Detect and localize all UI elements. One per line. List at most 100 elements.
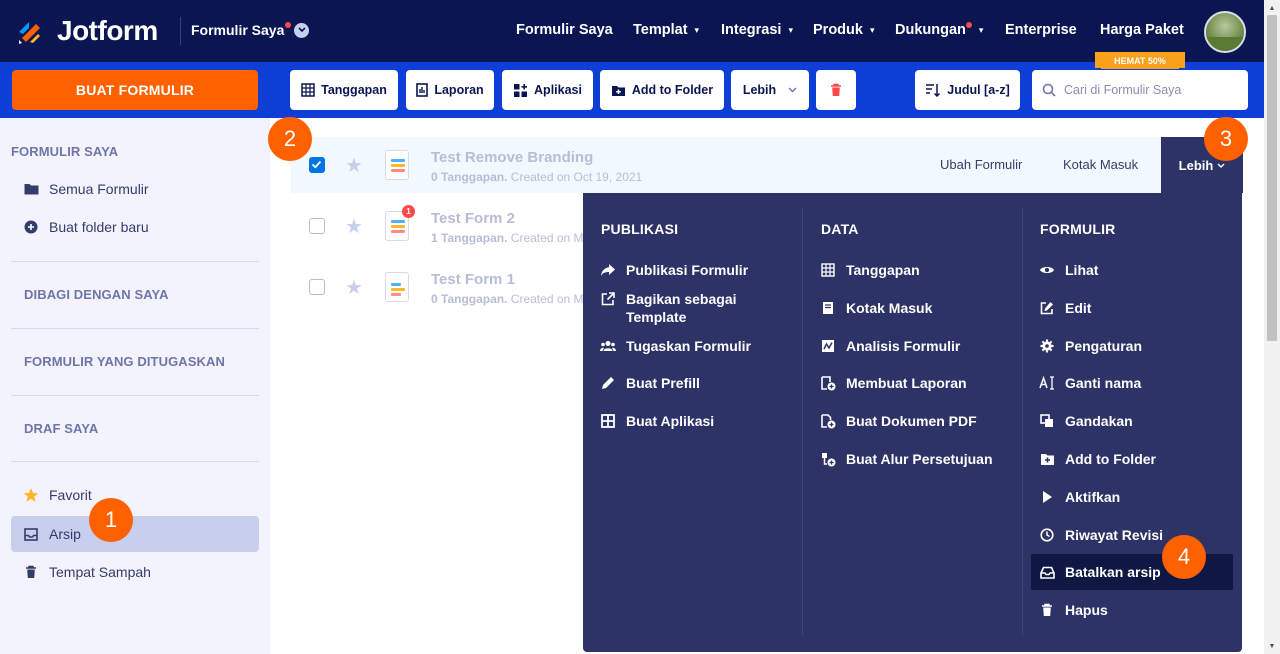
menu-item-responses[interactable]: Tanggapan	[819, 261, 920, 279]
edit-form-link[interactable]: Ubah Formulir	[940, 157, 1022, 172]
sidebar-item-label: Arsip	[49, 526, 81, 542]
nav-link-label: Integrasi	[721, 22, 782, 38]
form-row[interactable]: ★ Test Remove Branding 0 Tanggapan. Crea…	[291, 137, 1243, 193]
tanggapan-button[interactable]: Tanggapan	[290, 70, 398, 110]
sidebar-heading-shared[interactable]: DIBAGI DENGAN SAYA	[24, 287, 169, 302]
report-icon	[416, 83, 429, 97]
form-meta: 0 Tanggapan. Created on M	[431, 292, 584, 306]
sidebar-divider	[11, 395, 259, 396]
search-input[interactable]	[1064, 83, 1234, 97]
sidebar-item-new-folder[interactable]: Buat folder baru	[11, 209, 259, 245]
menu-item-inbox[interactable]: Kotak Masuk	[819, 299, 932, 317]
laporan-button[interactable]: Laporan	[406, 70, 494, 110]
menu-item-create-approval-flow[interactable]: Buat Alur Persetujuan	[819, 450, 993, 468]
pencil-icon	[599, 374, 617, 392]
sidebar-item-favorites[interactable]: Favorit	[11, 477, 259, 513]
inbox-link[interactable]: Kotak Masuk	[1063, 157, 1138, 172]
nav-link-templat[interactable]: Templat ▾	[633, 22, 699, 38]
menu-item-assign-form[interactable]: Tugaskan Formulir	[599, 337, 751, 355]
star-icon[interactable]: ★	[345, 153, 363, 178]
eye-icon	[1038, 261, 1056, 279]
nav-link-harga-paket[interactable]: Harga Paket	[1100, 22, 1184, 38]
form-icon-line	[391, 159, 405, 162]
nav-link-label: Formulir Saya	[516, 22, 613, 38]
nav-link-label: Enterprise	[1005, 22, 1077, 38]
sidebar-item-archive[interactable]: Arsip	[11, 516, 259, 552]
menu-item-create-report[interactable]: Membuat Laporan	[819, 374, 967, 392]
form-title[interactable]: Test Remove Branding	[431, 149, 593, 166]
sidebar-heading-drafts[interactable]: DRAF SAYA	[24, 421, 98, 436]
nav-link-produk[interactable]: Produk ▾	[813, 22, 874, 38]
menu-item-label: Publikasi Formulir	[626, 262, 749, 278]
menu-item-create-pdf[interactable]: Buat Dokumen PDF	[819, 412, 977, 430]
nav-context-switcher[interactable]: Formulir Saya	[191, 22, 310, 38]
menu-item-activate[interactable]: Aktifkan	[1038, 488, 1120, 506]
tanggapan-label: Tanggapan	[321, 83, 387, 97]
add-to-folder-button[interactable]: Add to Folder	[600, 70, 724, 110]
edit-icon	[1038, 299, 1056, 317]
menu-item-publish-form[interactable]: Publikasi Formulir	[599, 261, 748, 279]
menu-item-add-to-folder[interactable]: Add to Folder	[1038, 450, 1156, 468]
menu-item-share-template[interactable]: Bagikan sebagai Template	[599, 290, 746, 326]
menu-item-edit[interactable]: Edit	[1038, 299, 1091, 317]
nav-link-dukungan[interactable]: Dukungan ▾	[895, 22, 983, 38]
users-icon	[599, 337, 617, 355]
menu-item-view[interactable]: Lihat	[1038, 261, 1098, 279]
form-icon-line	[391, 164, 405, 167]
menu-item-revision-history[interactable]: Riwayat Revisi	[1038, 526, 1163, 544]
create-form-button[interactable]: BUAT FORMULIR	[12, 70, 258, 110]
menu-item-duplicate[interactable]: Gandakan	[1038, 412, 1133, 430]
scroll-up-arrow-icon[interactable]: ▲	[1266, 2, 1278, 14]
form-row-checkbox[interactable]	[309, 279, 325, 295]
menu-item-settings[interactable]: Pengaturan	[1038, 337, 1142, 355]
nav-link-label: Templat	[633, 22, 688, 38]
search-box[interactable]	[1032, 70, 1248, 110]
form-row-checkbox[interactable]	[309, 157, 325, 173]
menu-item-rename[interactable]: Ganti nama	[1038, 374, 1141, 392]
menu-item-label: Edit	[1065, 300, 1092, 316]
nav-context-label: Formulir Saya	[191, 22, 285, 38]
menu-item-create-prefill[interactable]: Buat Prefill	[599, 374, 700, 392]
nav-link-integrasi[interactable]: Integrasi ▾	[721, 22, 793, 38]
notification-dot	[965, 22, 972, 28]
sort-button[interactable]: Judul [a-z]	[915, 70, 1020, 110]
scrollbar-thumb[interactable]	[1267, 15, 1277, 341]
form-title[interactable]: Test Form 2	[431, 210, 515, 227]
nav-link-label: Dukungan	[895, 22, 966, 38]
delete-button[interactable]	[816, 70, 856, 110]
form-row-checkbox[interactable]	[309, 218, 325, 234]
play-icon	[1038, 488, 1056, 506]
sidebar-item-trash[interactable]: Tempat Sampah	[11, 554, 259, 590]
sidebar-item-all-forms[interactable]: Semua Formulir	[11, 171, 259, 207]
nav-link-formulir-saya[interactable]: Formulir Saya	[516, 22, 613, 38]
folder-plus-icon	[1038, 450, 1056, 468]
star-icon[interactable]: ★	[345, 275, 363, 300]
aplikasi-button[interactable]: Aplikasi	[502, 70, 593, 110]
menu-column-divider	[802, 207, 803, 635]
menu-item-label: Lihat	[1065, 262, 1099, 278]
notification-dot	[285, 22, 292, 28]
menu-item-form-analytics[interactable]: Analisis Formulir	[819, 337, 960, 355]
add-to-folder-label: Add to Folder	[631, 83, 714, 97]
menu-item-label: Buat Dokumen PDF	[846, 413, 977, 429]
form-response-count: 0 Tanggapan.	[431, 292, 508, 306]
menu-item-delete[interactable]: Hapus	[1038, 601, 1108, 619]
star-icon[interactable]: ★	[345, 214, 363, 239]
sidebar-heading-assigned[interactable]: FORMULIR YANG DITUGASKAN	[24, 354, 225, 369]
jotform-logo[interactable]: Jotform	[16, 15, 158, 46]
lebih-dropdown-button[interactable]: Lebih	[731, 70, 809, 110]
menu-heading-data: DATA	[821, 221, 859, 237]
nav-link-enterprise[interactable]: Enterprise	[1005, 22, 1077, 38]
form-title[interactable]: Test Form 1	[431, 271, 515, 288]
sidebar-divider	[11, 461, 259, 462]
plus-circle-icon	[23, 220, 39, 234]
form-created-date: Created on M	[510, 292, 584, 306]
menu-item-label: Tugaskan Formulir	[626, 338, 751, 354]
menu-item-create-app[interactable]: Buat Aplikasi	[599, 412, 714, 430]
logo-text: Jotform	[57, 15, 158, 46]
laporan-label: Laporan	[434, 83, 484, 97]
sidebar-heading-my-forms[interactable]: FORMULIR SAYA	[11, 144, 118, 159]
user-avatar[interactable]	[1204, 11, 1246, 53]
menu-item-label: Bagikan sebagai Template	[626, 291, 737, 325]
scroll-down-arrow-icon[interactable]: ▼	[1266, 640, 1278, 652]
